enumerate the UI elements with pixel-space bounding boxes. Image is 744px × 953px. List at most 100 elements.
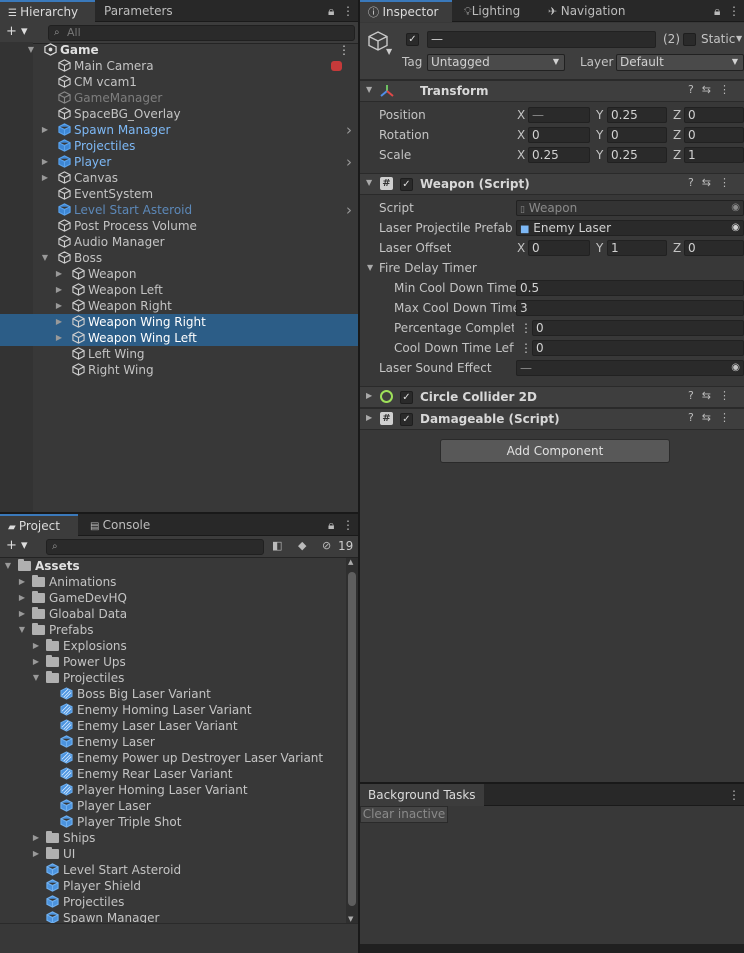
filter-by-type-icon[interactable]: ◧: [272, 539, 282, 552]
hierarchy-row[interactable]: Main Camera: [0, 58, 358, 74]
collapse-arrow-icon[interactable]: ▶: [54, 266, 64, 282]
filter-by-label-icon[interactable]: ◆: [298, 539, 306, 552]
cooldown-left-field[interactable]: 0: [532, 340, 744, 356]
collapse-arrow-icon[interactable]: ▶: [31, 654, 41, 670]
hidden-packages-icon[interactable]: ⊘: [322, 539, 331, 552]
more-menu-icon[interactable]: ⋮: [719, 176, 738, 189]
object-picker-icon[interactable]: ◉: [731, 361, 740, 375]
project-row[interactable]: Boss Big Laser Variant: [0, 686, 346, 702]
project-row[interactable]: Spawn Manager: [0, 910, 346, 923]
hierarchy-row[interactable]: CM vcam1: [0, 74, 358, 90]
tag-dropdown[interactable]: Untagged ▼: [427, 54, 565, 71]
transform-x-field[interactable]: 0.25: [528, 147, 590, 163]
help-icon[interactable]: ?: [688, 176, 702, 189]
project-row[interactable]: Projectiles: [0, 894, 346, 910]
collapse-arrow-icon[interactable]: ▶: [31, 830, 41, 846]
drag-handle-icon[interactable]: ⋮: [520, 339, 532, 357]
tab-inspector[interactable]: ⓘ Inspector: [360, 0, 452, 22]
more-menu-icon[interactable]: ⋮: [719, 83, 738, 96]
hierarchy-row[interactable]: ▶ Weapon: [0, 266, 358, 282]
layer-dropdown[interactable]: Default ▼: [616, 54, 744, 71]
scroll-up-icon[interactable]: ▲: [348, 558, 353, 566]
transform-y-field[interactable]: 0: [607, 127, 667, 143]
collider-enabled-checkbox[interactable]: ✓: [400, 391, 413, 404]
expand-arrow-icon[interactable]: ▼: [17, 622, 27, 638]
project-row[interactable]: Player Laser: [0, 798, 346, 814]
damageable-header[interactable]: ▶ # ✓ Damageable (Script) ?⇆⋮: [360, 408, 744, 430]
hierarchy-row[interactable]: Level Start Asteroid ›: [0, 202, 358, 218]
tab-hierarchy[interactable]: ☰ Hierarchy: [0, 0, 95, 22]
project-row[interactable]: ▶ Explosions: [0, 638, 346, 654]
foldout-arrow-icon[interactable]: ▶: [366, 391, 372, 400]
project-row[interactable]: ▶ Power Ups: [0, 654, 346, 670]
foldout-arrow-icon[interactable]: ▼: [366, 85, 372, 94]
preset-icon[interactable]: ⇆: [702, 83, 719, 96]
hierarchy-row[interactable]: Left Wing: [0, 346, 358, 362]
max-cooldown-field[interactable]: 3: [516, 300, 744, 316]
hierarchy-row[interactable]: EventSystem: [0, 186, 358, 202]
collapse-arrow-icon[interactable]: ▶: [54, 314, 64, 330]
clear-inactive-button[interactable]: Clear inactive: [360, 806, 448, 823]
component-controls[interactable]: ?⇆⋮: [688, 389, 738, 402]
component-controls[interactable]: ?⇆⋮: [688, 83, 738, 96]
laser-offset-z-field[interactable]: 0: [684, 240, 744, 256]
open-prefab-arrow-icon[interactable]: ›: [346, 122, 352, 138]
help-icon[interactable]: ?: [688, 411, 702, 424]
hierarchy-row[interactable]: Post Process Volume: [0, 218, 358, 234]
more-menu-icon[interactable]: ⋮: [342, 4, 354, 18]
hierarchy-row[interactable]: Audio Manager: [0, 234, 358, 250]
create-asset-button[interactable]: + ▾: [6, 538, 28, 553]
transform-x-field[interactable]: —: [528, 107, 590, 123]
project-row[interactable]: ▼ Assets: [0, 558, 346, 574]
hierarchy-row[interactable]: ▶ Weapon Wing Left: [0, 330, 358, 346]
laser-offset-x-field[interactable]: 0: [528, 240, 590, 256]
collapse-arrow-icon[interactable]: ▶: [31, 638, 41, 654]
scene-more-menu-icon[interactable]: ⋮: [338, 42, 350, 58]
tab-navigation[interactable]: ✈︎ Navigation: [540, 0, 633, 22]
project-row[interactable]: ▶ Animations: [0, 574, 346, 590]
more-menu-icon[interactable]: ⋮: [719, 411, 738, 424]
project-row[interactable]: Enemy Laser Laser Variant: [0, 718, 346, 734]
project-row[interactable]: ▶ Gloabal Data: [0, 606, 346, 622]
transform-z-field[interactable]: 0: [684, 107, 744, 123]
project-scroll-thumb[interactable]: [348, 572, 356, 906]
project-row[interactable]: Level Start Asteroid: [0, 862, 346, 878]
hierarchy-row[interactable]: ▶ Weapon Right: [0, 298, 358, 314]
transform-z-field[interactable]: 0: [684, 127, 744, 143]
drag-handle-icon[interactable]: ⋮: [520, 319, 532, 337]
active-checkbox[interactable]: ✓: [406, 33, 419, 46]
transform-y-field[interactable]: 0.25: [607, 147, 667, 163]
collapse-arrow-icon[interactable]: ▶: [40, 154, 50, 170]
weapon-enabled-checkbox[interactable]: ✓: [400, 178, 413, 191]
tab-project[interactable]: ▰ Project: [0, 514, 78, 536]
open-prefab-arrow-icon[interactable]: ›: [346, 154, 352, 170]
project-row[interactable]: Player Triple Shot: [0, 814, 346, 830]
lock-icon[interactable]: 🔒︎: [328, 4, 334, 18]
expand-arrow-icon[interactable]: ▼: [40, 250, 50, 266]
transform-z-field[interactable]: 1: [684, 147, 744, 163]
project-row[interactable]: ▶ GameDevHQ: [0, 590, 346, 606]
hierarchy-row[interactable]: Right Wing: [0, 362, 358, 378]
more-menu-icon[interactable]: ⋮: [342, 518, 354, 532]
laser-prefab-field[interactable]: ■ Enemy Laser ◉: [516, 220, 744, 236]
expand-arrow-icon[interactable]: ▼: [31, 670, 41, 686]
collapse-arrow-icon[interactable]: ▶: [40, 170, 50, 186]
open-prefab-arrow-icon[interactable]: ›: [346, 202, 352, 218]
project-search-input[interactable]: ⌕: [46, 539, 264, 555]
lock-icon[interactable]: 🔒︎: [328, 518, 334, 532]
hierarchy-row[interactable]: ▼ Game ⋮: [0, 42, 358, 58]
static-dropdown-icon[interactable]: ▼: [736, 34, 742, 43]
add-component-button[interactable]: Add Component: [440, 439, 670, 463]
hierarchy-row[interactable]: SpaceBG_Overlay: [0, 106, 358, 122]
scroll-down-icon[interactable]: ▼: [348, 915, 353, 923]
hierarchy-row[interactable]: ▶ Weapon Wing Right: [0, 314, 358, 330]
expand-arrow-icon[interactable]: ▼: [26, 42, 36, 58]
percentage-field[interactable]: 0: [532, 320, 744, 336]
fire-delay-row[interactable]: ▼ Fire Delay Timer: [360, 259, 744, 277]
component-controls[interactable]: ?⇆⋮: [688, 411, 738, 424]
collapse-arrow-icon[interactable]: ▶: [17, 574, 27, 590]
circle-collider-header[interactable]: ▶ ✓ Circle Collider 2D ?⇆⋮: [360, 386, 744, 408]
project-row[interactable]: ▼ Projectiles: [0, 670, 346, 686]
weapon-script-header[interactable]: ▼ # ✓ Weapon (Script) ?⇆⋮: [360, 173, 744, 195]
project-row[interactable]: Player Homing Laser Variant: [0, 782, 346, 798]
